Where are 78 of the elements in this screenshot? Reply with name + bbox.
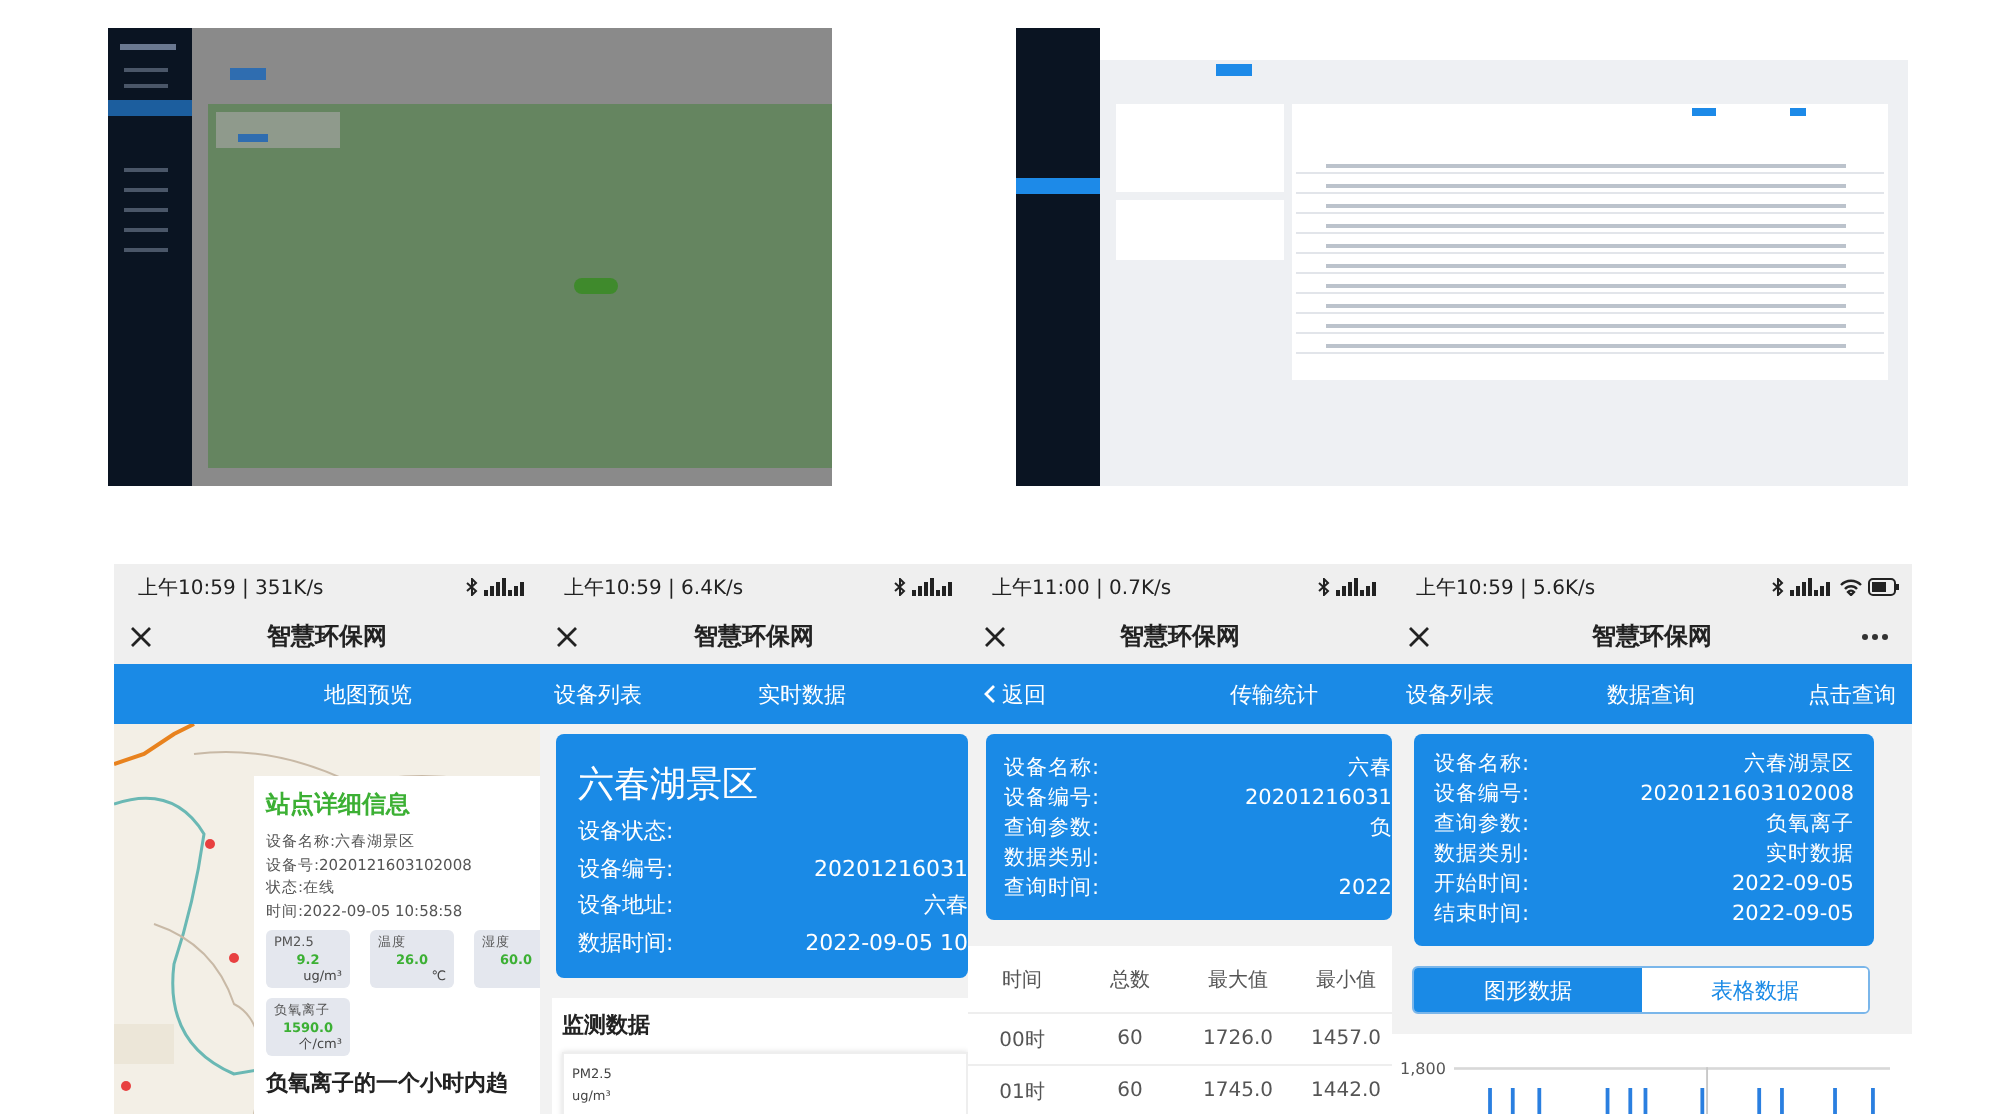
- field-value: 负氧离子: [1766, 810, 1854, 840]
- field-label: 设备名称:: [1004, 754, 1100, 784]
- status-text: 上午10:59 | 5.6K/s: [1416, 575, 1596, 601]
- table-cell-text: 1745.0: [1201, 1080, 1275, 1102]
- field-label: 查询参数:: [1004, 814, 1100, 844]
- table-cell-text: 60: [1115, 1028, 1145, 1050]
- table-cell-text: 00时: [997, 1027, 1047, 1053]
- field-value: 20201216031: [814, 853, 968, 885]
- signal-icon: [1790, 578, 1834, 596]
- field-label: 设备编号:: [1434, 780, 1530, 810]
- field-label: 结束时间:: [1434, 900, 1530, 930]
- field-value: 六春: [924, 890, 968, 922]
- status-text: 上午11:00 | 0.7K/s: [992, 575, 1172, 601]
- column-header: 最小值: [1314, 967, 1378, 993]
- table-cell-text: 1457.0: [1309, 1028, 1383, 1050]
- field-value: 2022: [1338, 874, 1392, 904]
- nav-link[interactable]: 设备列表: [554, 679, 642, 709]
- field-value: 2022-09-05 10: [805, 927, 968, 959]
- status-text: 上午10:59 | 6.4K/s: [564, 575, 744, 601]
- nav-link[interactable]: 设备列表: [1406, 679, 1494, 709]
- table-cell-text: 1726.0: [1201, 1028, 1275, 1050]
- nav-link[interactable]: 点击查询: [1808, 679, 1896, 709]
- field-label: 查询参数:: [1434, 810, 1530, 840]
- battery-icon: [1868, 578, 1900, 596]
- field-label: 设备名称:: [1434, 750, 1530, 780]
- field-label: 设备编号:: [1004, 784, 1100, 814]
- field-label: 开始时间:: [1434, 870, 1530, 900]
- nav-link[interactable]: 实时数据: [758, 679, 846, 709]
- bluetooth-icon: [894, 578, 906, 596]
- field-value: 负: [1370, 814, 1392, 844]
- chevron-left-icon: [984, 684, 996, 704]
- field-label: 设备编号:: [578, 853, 674, 885]
- bluetooth-icon: [1772, 578, 1784, 596]
- table-cell-text: 01时: [997, 1079, 1047, 1105]
- close-icon[interactable]: [1408, 626, 1430, 648]
- app-title: 智慧环保网: [1592, 620, 1712, 654]
- field-label: 设备地址:: [578, 890, 674, 922]
- app-title: 智慧环保网: [1120, 620, 1240, 654]
- wifi-icon: [1840, 578, 1862, 596]
- nav-link[interactable]: 地图预览: [324, 679, 412, 709]
- column-header: 总数: [1108, 967, 1152, 993]
- app-title: 智慧环保网: [267, 620, 387, 654]
- field-label: 数据时间:: [578, 927, 674, 959]
- field-label: 设备状态:: [578, 816, 674, 848]
- field-value: 六春: [1348, 754, 1392, 784]
- chart-title: 负氧离子的一个小时内趋: [266, 1068, 510, 1098]
- field-label: 数据类别:: [1434, 840, 1530, 870]
- nav-link[interactable]: 数据查询: [1607, 679, 1695, 709]
- app-title: 智慧环保网: [694, 620, 814, 654]
- close-icon[interactable]: [130, 626, 152, 648]
- device-name: 六春湖景区: [578, 762, 760, 810]
- signal-icon: [912, 578, 956, 596]
- nav-link[interactable]: 传输统计: [1230, 679, 1318, 709]
- table-cell-text: 1442.0: [1309, 1080, 1383, 1102]
- axis-label: 1,800: [1400, 1062, 1446, 1082]
- field-value: 20201216031: [1245, 784, 1392, 814]
- back-link[interactable]: 返回: [984, 679, 1046, 709]
- signal-icon: [1336, 578, 1380, 596]
- column-header: 最大值: [1206, 967, 1270, 993]
- close-icon[interactable]: [556, 626, 578, 648]
- table-cell-text: 60: [1115, 1080, 1145, 1102]
- status-text: 上午10:59 | 351K/s: [138, 575, 324, 601]
- signal-icon: [484, 578, 528, 596]
- view-tab[interactable]: 图形数据: [1414, 968, 1641, 1012]
- popup-title: 站点详细信息: [266, 788, 412, 822]
- bluetooth-icon: [466, 578, 478, 596]
- bluetooth-icon: [1318, 578, 1330, 596]
- field-value: 2020121603102008: [1640, 780, 1854, 810]
- view-tab[interactable]: 表格数据: [1641, 968, 1868, 1012]
- column-header: 时间: [1000, 967, 1044, 993]
- field-label: 查询时间:: [1004, 874, 1100, 904]
- close-icon[interactable]: [984, 626, 1006, 648]
- field-value: 实时数据: [1766, 840, 1854, 870]
- field-value: 六春湖景区: [1744, 750, 1854, 780]
- section-title: 监测数据: [562, 1010, 652, 1040]
- field-value: 2022-09-05: [1731, 870, 1854, 900]
- field-label: 数据类别:: [1004, 844, 1100, 874]
- field-value: 2022-09-05: [1731, 900, 1854, 930]
